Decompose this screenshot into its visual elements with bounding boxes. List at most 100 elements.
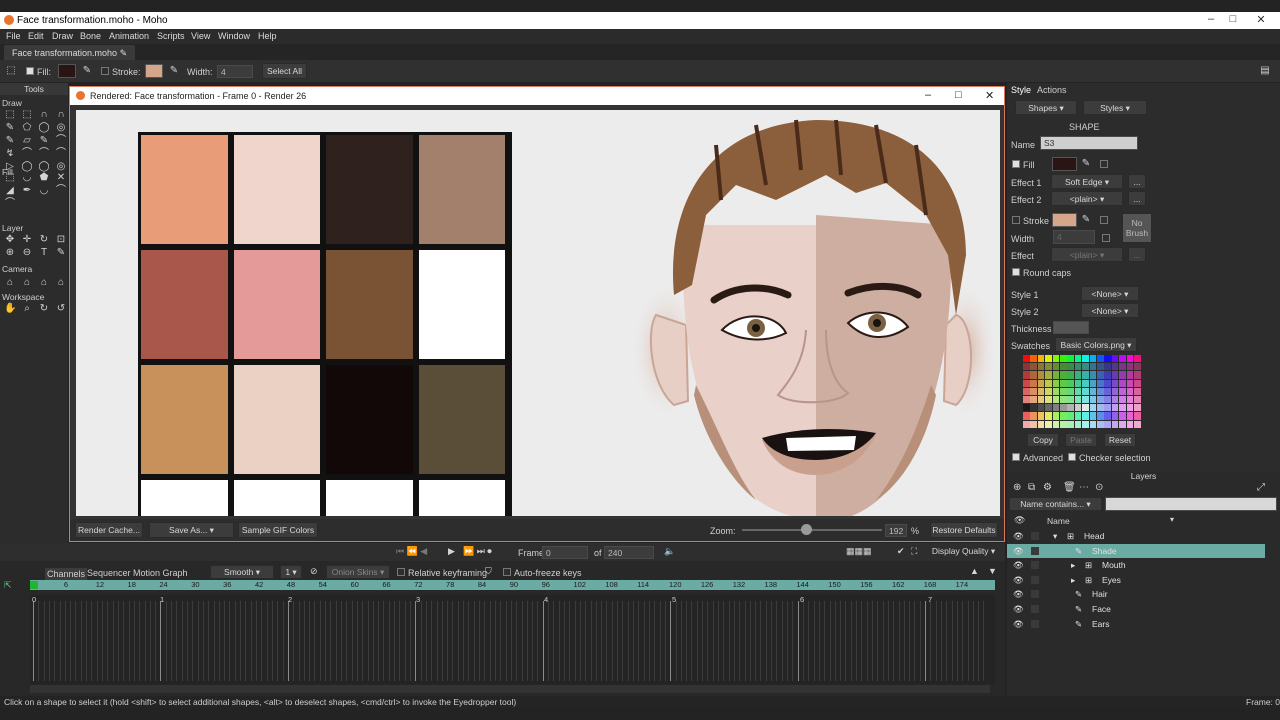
- tool-icon[interactable]: ⬠: [21, 122, 33, 134]
- swatch-cell[interactable]: [1074, 396, 1082, 404]
- swatch-cell[interactable]: [1134, 355, 1141, 363]
- tool-icon[interactable]: ✎: [55, 247, 67, 259]
- tool-icon[interactable]: ⬚: [21, 109, 33, 121]
- menu-file[interactable]: File: [6, 31, 21, 41]
- tab-motion-graph[interactable]: Motion Graph: [133, 568, 188, 578]
- swatch-cell[interactable]: [1097, 387, 1104, 395]
- swatch-cell[interactable]: [1052, 396, 1060, 404]
- swatch-cell[interactable]: [1126, 387, 1134, 395]
- swatch-cell[interactable]: [1082, 363, 1089, 371]
- step-forward-icon[interactable]: ⏩ ⏭ ⏺: [463, 546, 492, 557]
- thickness-input[interactable]: [1053, 321, 1089, 334]
- select-all-button[interactable]: Select All: [262, 63, 307, 79]
- styles-dropdown[interactable]: Styles ▾: [1083, 100, 1147, 115]
- swatch-cell[interactable]: [1037, 387, 1045, 395]
- swatch-cell[interactable]: [1126, 355, 1134, 363]
- swatch-cell[interactable]: [1111, 355, 1119, 363]
- render-canvas[interactable]: [76, 110, 1000, 516]
- swatch-cell[interactable]: [1052, 371, 1060, 379]
- swatch-cell[interactable]: [1082, 396, 1089, 404]
- close-icon[interactable]: ✕: [985, 89, 994, 102]
- swatch-cell[interactable]: [1023, 404, 1030, 412]
- swatch-cell[interactable]: [1097, 396, 1104, 404]
- swatch-cell[interactable]: [1111, 396, 1119, 404]
- reset-button[interactable]: Reset: [1104, 433, 1136, 447]
- swatch-cell[interactable]: [1134, 404, 1141, 412]
- restore-defaults-button[interactable]: Restore Defaults: [930, 522, 998, 538]
- maximize-icon[interactable]: □: [1223, 13, 1243, 25]
- tool-icon[interactable]: ◡: [38, 185, 50, 197]
- swatch-cell[interactable]: [1074, 404, 1082, 412]
- swatch-cell[interactable]: [1089, 371, 1097, 379]
- swatch-cell[interactable]: [1074, 371, 1082, 379]
- maximize-icon[interactable]: □: [955, 89, 962, 101]
- checkmark-icon[interactable]: ✔: [897, 546, 905, 557]
- swatch-cell[interactable]: [1097, 404, 1104, 412]
- swatch-cell[interactable]: [1119, 379, 1126, 387]
- relative-keyframing-checkbox[interactable]: [397, 568, 405, 576]
- tool-icon[interactable]: ⌂: [55, 277, 67, 289]
- frame-ruler[interactable]: 0612182430364248546066727884909610210811…: [30, 580, 995, 590]
- onion-skin-icon[interactable]: ⊘: [310, 566, 318, 577]
- tool-icon[interactable]: ⬟: [38, 172, 50, 184]
- swatch-cell[interactable]: [1067, 420, 1074, 428]
- total-frames-input[interactable]: 240: [604, 546, 654, 559]
- effect1-dropdown[interactable]: Soft Edge ▾: [1051, 174, 1123, 189]
- swatch-cell[interactable]: [1126, 379, 1134, 387]
- layer-checkbox[interactable]: [1031, 575, 1039, 584]
- tool-icon[interactable]: ⌒: [21, 148, 33, 160]
- display-quality-dropdown[interactable]: Display Quality ▾: [927, 544, 1000, 560]
- swatch-cell[interactable]: [1111, 371, 1119, 379]
- tool-icon[interactable]: ⌂: [21, 277, 33, 289]
- swatch-cell[interactable]: [1097, 412, 1104, 420]
- layer-checkbox[interactable]: [1031, 619, 1039, 628]
- swatch-cell[interactable]: [1119, 355, 1126, 363]
- interpolation-dropdown[interactable]: Smooth ▾: [210, 565, 274, 579]
- tool-icon[interactable]: ✕: [55, 172, 67, 184]
- menu-draw[interactable]: Draw: [52, 31, 73, 41]
- tool-icon[interactable]: ⌒: [38, 148, 50, 160]
- swatch-cell[interactable]: [1074, 379, 1082, 387]
- swatch-cell[interactable]: [1097, 420, 1104, 428]
- swatch-cell[interactable]: [1082, 387, 1089, 395]
- tab-channels[interactable]: Channels: [45, 568, 88, 580]
- swatch-cell[interactable]: [1045, 363, 1052, 371]
- swatch-cell[interactable]: [1037, 420, 1045, 428]
- tool-icon[interactable]: T: [38, 247, 50, 259]
- layer-options-icon[interactable]: ⊙: [1095, 482, 1103, 493]
- no-brush-button[interactable]: No Brush: [1122, 213, 1152, 243]
- fill-option-checkbox[interactable]: [1100, 160, 1108, 168]
- stroke-color-swatch[interactable]: [145, 64, 163, 78]
- playhead-marker[interactable]: [30, 581, 38, 589]
- zoom-input[interactable]: 192: [885, 524, 907, 537]
- swatch-cell[interactable]: [1134, 420, 1141, 428]
- expand-arrow-icon[interactable]: ▾: [1053, 531, 1057, 542]
- eye-icon[interactable]: 👁: [1013, 589, 1024, 600]
- swatch-cell[interactable]: [1052, 363, 1060, 371]
- swatch-cell[interactable]: [1045, 412, 1052, 420]
- stroke-checkbox[interactable]: [101, 67, 109, 75]
- swatch-cell[interactable]: [1089, 396, 1097, 404]
- name-filter-dropdown[interactable]: Name contains... ▾: [1009, 497, 1102, 511]
- more-icon[interactable]: ⋯: [1079, 482, 1089, 493]
- layer-row[interactable]: 👁 ✎ Shade: [1007, 543, 1265, 558]
- effect2-dropdown[interactable]: <plain> ▾: [1051, 191, 1123, 206]
- name-input[interactable]: S3: [1040, 136, 1138, 150]
- swatch-cell[interactable]: [1030, 420, 1037, 428]
- tool-icon[interactable]: ⌒: [55, 135, 67, 147]
- swatch-cell[interactable]: [1045, 371, 1052, 379]
- swatch-cell[interactable]: [1089, 420, 1097, 428]
- tool-icon[interactable]: ⊡: [55, 234, 67, 246]
- swatch-cell[interactable]: [1052, 404, 1060, 412]
- swatch-cell[interactable]: [1030, 396, 1037, 404]
- swatch-cell[interactable]: [1111, 379, 1119, 387]
- swatch-cell[interactable]: [1060, 396, 1067, 404]
- swatches-grid[interactable]: [1023, 355, 1141, 429]
- swatch-cell[interactable]: [1126, 371, 1134, 379]
- swatch-cell[interactable]: [1030, 379, 1037, 387]
- layer-row[interactable]: 👁 ✎ Ears: [1007, 617, 1265, 631]
- tool-icon[interactable]: ⬚: [4, 109, 16, 121]
- swatch-cell[interactable]: [1052, 387, 1060, 395]
- menu-view[interactable]: View: [191, 31, 210, 41]
- sample-gif-colors-button[interactable]: Sample GIF Colors: [238, 522, 318, 538]
